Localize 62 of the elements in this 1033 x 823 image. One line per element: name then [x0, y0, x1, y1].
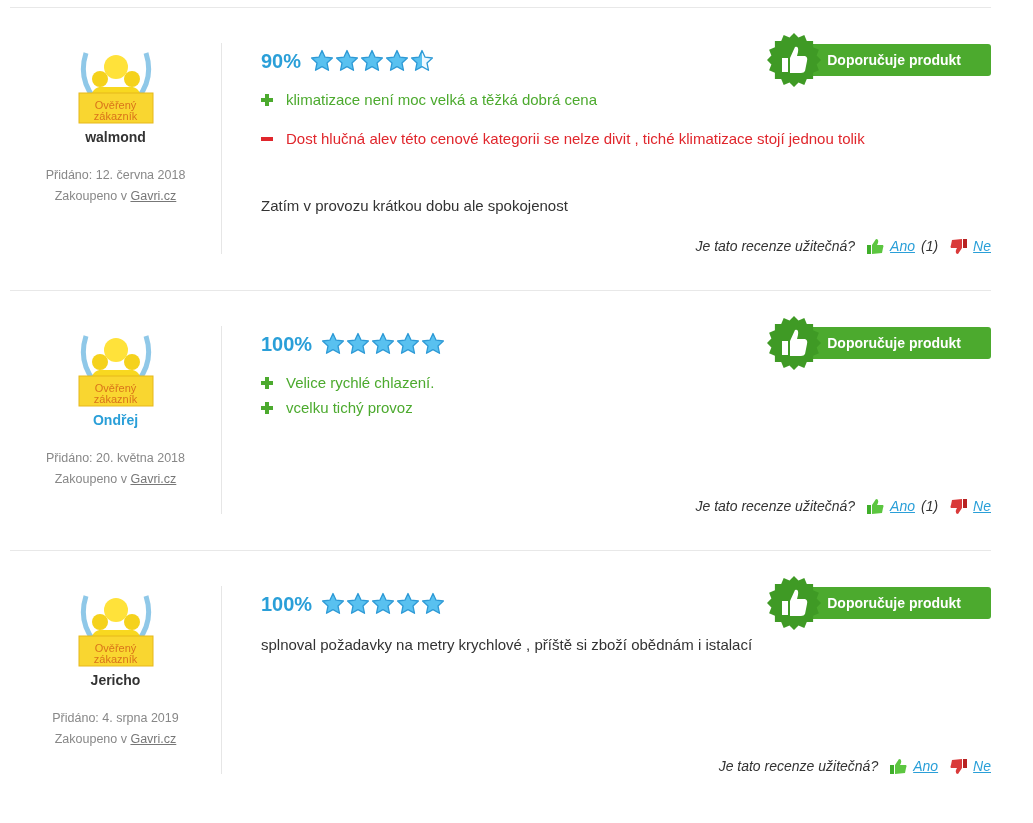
no-link[interactable]: Ne: [973, 498, 991, 514]
helpful-question: Je tato recenze užitečná?: [695, 238, 856, 254]
star-icon: [346, 332, 371, 356]
star-icon: [421, 592, 446, 616]
purchase-source: Zakoupeno v Gavri.cz: [53, 731, 178, 748]
date-added: Přidáno: 20. května 2018: [46, 450, 185, 467]
review-text: splnoval požadavky na metry krychlové , příště si zboží obědnám i istalací: [261, 636, 754, 653]
star-icon: [335, 49, 360, 73]
helpful-question: Je tato recenze užitečná?: [718, 758, 879, 774]
pro-text: vcelku tichý provoz: [286, 399, 413, 416]
thumbs-up-icon[interactable]: [867, 238, 885, 254]
yes-link[interactable]: Ano: [913, 758, 939, 774]
verified-customer-badge: Ověřený zákazník: [75, 43, 156, 125]
star-icon: [360, 49, 385, 73]
reviewer-name: Jericho: [90, 672, 141, 688]
star-icon: [371, 332, 396, 356]
thumbs-up-seal-icon: [767, 316, 822, 370]
star-icon: [321, 332, 346, 356]
con-text: Dost hlučná alev této cenové kategorii se nelze divit , tiché klimatizace stojí jednou tolik: [286, 130, 865, 147]
rating-percent: 100%: [261, 332, 313, 356]
star-icon: [346, 592, 371, 616]
star-icon: [385, 49, 410, 73]
star-icon: [410, 49, 435, 73]
date-added: Přidáno: 4. srpna 2019: [52, 710, 179, 727]
shop-link[interactable]: Gavri.cz: [130, 732, 177, 746]
rating-percent: 90%: [261, 49, 302, 73]
pro-text: Velice rychlé chlazení.: [286, 374, 435, 391]
yes-link[interactable]: Ano: [890, 238, 915, 254]
verified-customer-badge: Ověřený zákazník: [75, 586, 156, 668]
date-added: Přidáno: 12. června 2018: [45, 167, 186, 184]
rating-percent: 100%: [261, 592, 313, 616]
thumbs-up-seal-icon: [767, 33, 822, 87]
purchase-source: Zakoupeno v Gavri.cz: [53, 471, 178, 488]
plus-icon: [261, 401, 273, 414]
reviewer-name[interactable]: Ondřej: [92, 412, 139, 428]
star-icon: [371, 592, 396, 616]
star-icon: [396, 332, 421, 356]
shop-link[interactable]: Gavri.cz: [130, 189, 177, 203]
reviewer-name: walmond: [85, 129, 146, 145]
star-icon: [321, 592, 346, 616]
thumbs-down-icon[interactable]: [950, 758, 968, 774]
purchase-source: Zakoupeno v Gavri.cz: [53, 188, 178, 205]
pro-text: klimatizace není moc velká a těžká dobrá cena: [286, 91, 597, 108]
yes-count: (1): [920, 498, 939, 514]
plus-icon: [261, 376, 273, 389]
verified-customer-badge: Ověřený zákazník: [75, 326, 156, 408]
star-icon: [396, 592, 421, 616]
thumbs-up-seal-icon: [767, 576, 822, 630]
plus-icon: [261, 93, 273, 106]
star-icon: [310, 49, 335, 73]
yes-count: (1): [920, 238, 939, 254]
thumbs-down-icon[interactable]: [950, 238, 968, 254]
helpful-question: Je tato recenze užitečná?: [695, 498, 856, 514]
no-link[interactable]: Ne: [973, 758, 991, 774]
review-text: Zatím v provozu krátkou dobu ale spokojenost: [261, 197, 569, 214]
thumbs-up-icon[interactable]: [867, 498, 885, 514]
star-icon: [421, 332, 446, 356]
no-link[interactable]: Ne: [973, 238, 991, 254]
thumbs-down-icon[interactable]: [950, 498, 968, 514]
thumbs-up-icon[interactable]: [890, 758, 908, 774]
shop-link[interactable]: Gavri.cz: [130, 472, 177, 486]
yes-link[interactable]: Ano: [890, 498, 915, 514]
